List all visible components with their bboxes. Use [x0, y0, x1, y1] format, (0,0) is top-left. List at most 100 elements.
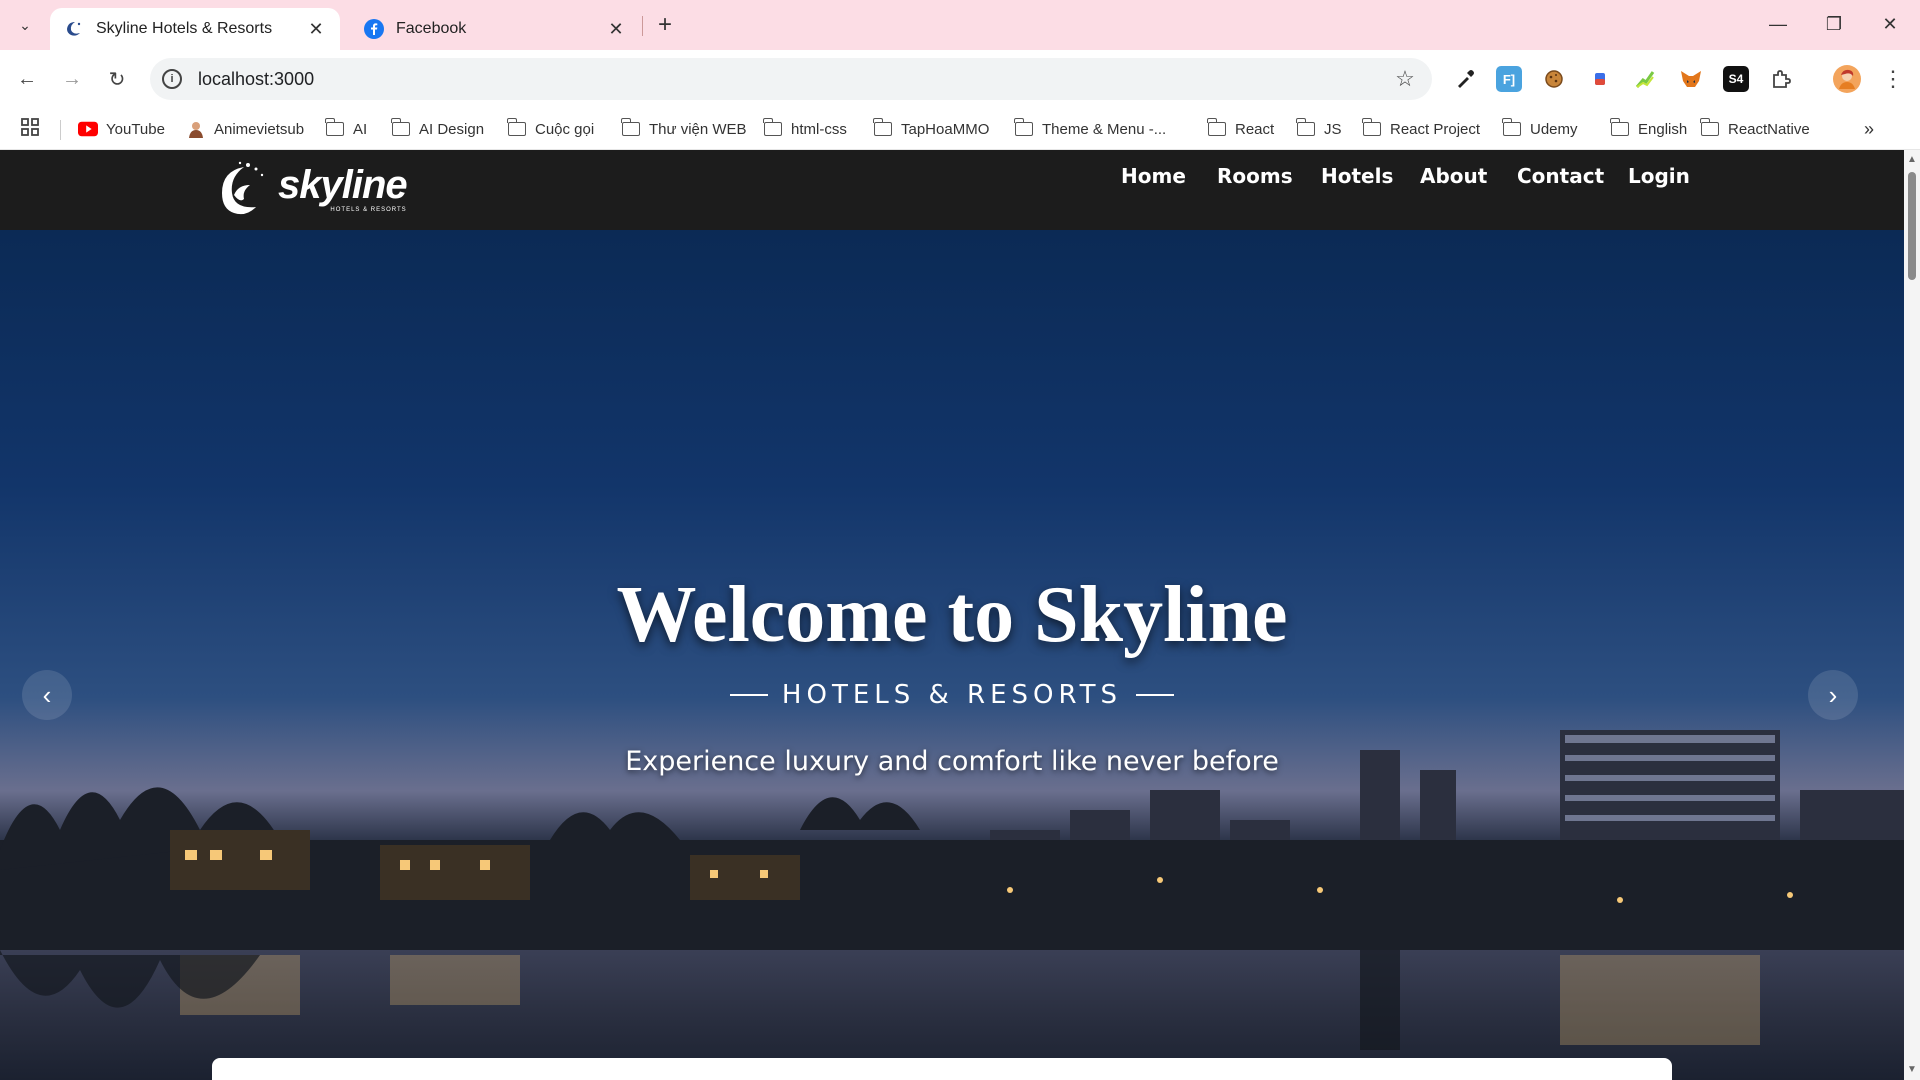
bookmark-label: AI: [353, 120, 368, 138]
bookmark-label: React Project: [1390, 120, 1481, 138]
bookmark-folder-reactnative[interactable]: ReactNative: [1700, 116, 1810, 142]
bookmark-folder-react[interactable]: React: [1207, 116, 1274, 142]
facebook-icon: [364, 19, 384, 39]
folder-icon: [391, 118, 411, 137]
scroll-up-arrow-icon[interactable]: ▲: [1907, 154, 1917, 165]
restore-button[interactable]: ❐: [1806, 0, 1862, 48]
bookmark-label: Udemy: [1530, 120, 1578, 138]
tab-title: Skyline Hotels & Resorts: [96, 20, 273, 37]
tab-divider: [642, 16, 643, 36]
nav-login[interactable]: Login: [1628, 164, 1690, 188]
bookmark-label: Cuộc gọi: [535, 120, 595, 138]
apps-grid-icon: [20, 117, 40, 141]
bookmark-youtube[interactable]: YouTube: [78, 116, 165, 142]
close-icon[interactable]: ✕: [306, 19, 326, 39]
folder-icon: [1014, 118, 1034, 137]
plus-icon: +: [657, 11, 672, 38]
skyline-logo-icon: [222, 161, 264, 215]
slider-next-button[interactable]: ›: [1808, 670, 1858, 720]
reload-icon: ↻: [108, 68, 126, 91]
bookmark-label: ReactNative: [1728, 120, 1810, 138]
new-tab-button[interactable]: +: [650, 10, 680, 40]
scrollbar-thumb[interactable]: [1908, 172, 1916, 280]
folder-icon: [1296, 118, 1316, 137]
bookmark-label: Theme & Menu -...: [1042, 120, 1167, 138]
page-scrollbar[interactable]: ▲ ▼: [1904, 150, 1920, 1080]
back-button[interactable]: ←: [10, 62, 44, 96]
bookmark-label: AI Design: [419, 120, 485, 138]
bookmark-folder-react-project[interactable]: React Project: [1362, 116, 1480, 142]
tab-title: Facebook: [396, 20, 467, 37]
folder-icon: [1207, 118, 1227, 137]
bookmark-folder-thu-vien-web[interactable]: Thư viện WEB: [621, 116, 747, 142]
slider-prev-button[interactable]: ‹: [22, 670, 72, 720]
tab-skyline[interactable]: Skyline Hotels & Resorts ✕: [50, 8, 340, 50]
folder-icon: [1610, 118, 1630, 137]
arrow-left-icon: ←: [17, 67, 37, 90]
nav-contact[interactable]: Contact: [1517, 164, 1604, 188]
folder-icon: [1700, 118, 1720, 137]
tab-facebook[interactable]: Facebook ✕: [350, 8, 640, 50]
extensions-puzzle-icon[interactable]: [1768, 66, 1794, 92]
eyedropper-extension-icon[interactable]: [1452, 66, 1478, 92]
folder-icon: [325, 118, 345, 137]
more-bookmarks-button[interactable]: »: [1864, 116, 1874, 142]
apps-button[interactable]: [20, 116, 40, 142]
bookmark-folder-english[interactable]: English: [1610, 116, 1687, 142]
browser-toolbar: ← → ↻ i localhost:3000 ☆ F] S4 ⋮: [0, 50, 1920, 108]
bookmark-folder-html-css[interactable]: html-css: [763, 116, 847, 142]
bookmark-folder-js[interactable]: JS: [1296, 116, 1342, 142]
folder-icon: [873, 118, 893, 137]
site-info-icon[interactable]: i: [162, 69, 182, 89]
url-text[interactable]: localhost:3000: [198, 69, 1390, 90]
blue-extension-icon[interactable]: [1587, 66, 1613, 92]
bookmark-label: JS: [1324, 120, 1342, 138]
nav-home[interactable]: Home: [1121, 164, 1186, 188]
hero-tagline: Experience luxury and comfort like never…: [625, 746, 1279, 777]
close-icon: ✕: [1882, 13, 1898, 34]
animevietsub-icon: [186, 121, 206, 138]
green-extension-icon[interactable]: [1632, 66, 1658, 92]
bookmark-folder-theme-menu[interactable]: Theme & Menu -...: [1014, 116, 1166, 142]
bookmark-folder-cuoc-goi[interactable]: Cuộc gọi: [507, 116, 594, 142]
hero-subtitle-text: HOTELS & RESORTS: [781, 680, 1123, 710]
folder-icon: [1362, 118, 1382, 137]
minimize-icon: —: [1769, 13, 1787, 34]
profile-avatar[interactable]: [1833, 65, 1861, 93]
bookmark-folder-udemy[interactable]: Udemy: [1502, 116, 1578, 142]
nav-rooms[interactable]: Rooms: [1217, 164, 1293, 188]
address-bar[interactable]: i localhost:3000 ☆: [150, 58, 1432, 100]
nav-about[interactable]: About: [1420, 164, 1487, 188]
bookmark-folder-ai-design[interactable]: AI Design: [391, 116, 484, 142]
browser-menu-button[interactable]: ⋮: [1876, 62, 1910, 96]
forward-button[interactable]: →: [55, 62, 89, 96]
tab-search-button[interactable]: ⌄: [8, 10, 42, 40]
bookmark-label: English: [1638, 120, 1688, 138]
booking-search-bar[interactable]: [212, 1058, 1672, 1080]
ext-f-icon[interactable]: F]: [1496, 66, 1522, 92]
logo-text: skyline: [278, 163, 408, 207]
bookmark-label: Animevietsub: [214, 120, 305, 138]
minimize-button[interactable]: —: [1750, 0, 1806, 48]
subtitle-line-left: [729, 694, 768, 696]
bookmark-label: YouTube: [106, 120, 165, 138]
ext-s4-icon[interactable]: S4: [1723, 66, 1749, 92]
close-icon[interactable]: ✕: [606, 19, 626, 39]
hero-title: Welcome to Skyline: [616, 571, 1288, 659]
bookmark-folder-taphoammo[interactable]: TapHoaMMO: [873, 116, 989, 142]
bookmark-star-icon[interactable]: ☆: [1390, 66, 1420, 92]
arrow-right-icon: →: [62, 67, 82, 90]
reload-button[interactable]: ↻: [100, 62, 134, 96]
site-header: skyline HOTELS & RESORTS Home Rooms Hote…: [0, 150, 1904, 230]
cookie-extension-icon[interactable]: [1541, 66, 1567, 92]
folder-icon: [507, 118, 527, 137]
site-logo[interactable]: skyline HOTELS & RESORTS: [212, 154, 408, 224]
metamask-fox-icon[interactable]: [1678, 66, 1704, 92]
restore-icon: ❐: [1825, 13, 1843, 34]
bookmark-folder-ai[interactable]: AI: [325, 116, 367, 142]
nav-hotels[interactable]: Hotels: [1321, 164, 1393, 188]
folder-icon: [621, 118, 641, 137]
bookmark-animevietsub[interactable]: Animevietsub: [186, 116, 304, 142]
close-window-button[interactable]: ✕: [1862, 0, 1918, 48]
scroll-down-arrow-icon[interactable]: ▼: [1907, 1064, 1917, 1075]
